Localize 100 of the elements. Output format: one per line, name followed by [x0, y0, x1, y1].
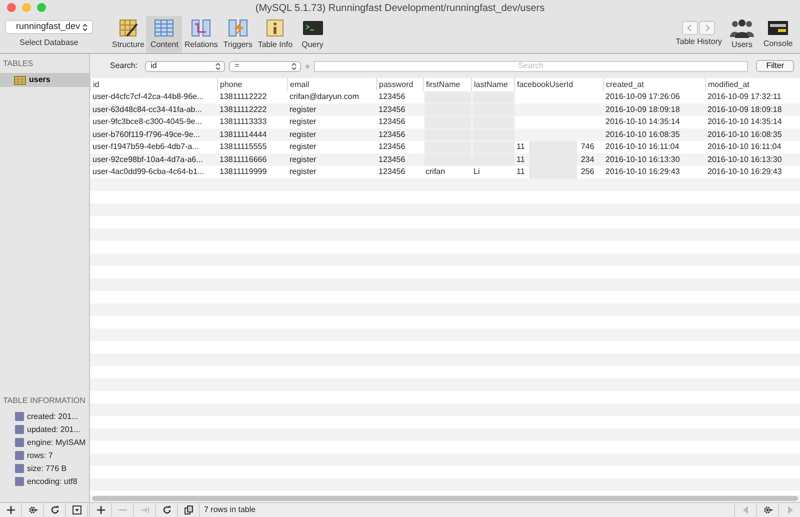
- table-cell-text: 123456: [378, 116, 406, 128]
- table-item[interactable]: users: [0, 73, 89, 87]
- users-button[interactable]: Users: [724, 16, 760, 53]
- column-header[interactable]: id: [90, 78, 218, 91]
- bullet-icon: [15, 425, 24, 434]
- back-button[interactable]: [682, 21, 698, 35]
- column-header[interactable]: modified_at: [706, 78, 800, 91]
- table-cell: 13811112222: [218, 91, 288, 104]
- table-cell-text: 2016-10-10 14:35:14: [604, 116, 681, 128]
- table-cell-text: user-9fc3bce8-c300-4045-9e...: [92, 116, 203, 128]
- chevron-right-icon: [699, 21, 716, 35]
- column-select[interactable]: id: [144, 60, 225, 72]
- column-header[interactable]: facebookUserId: [514, 78, 604, 91]
- table-cell: 2016-10-09 17:26:06: [604, 91, 706, 104]
- table-cell: 746: [580, 141, 594, 154]
- info-item: size: 776 B: [27, 462, 67, 474]
- table-cell: crifan: [424, 166, 472, 178]
- table-cell: 123456: [376, 91, 424, 104]
- table-cell-text: 2016-10-10 16:29:43: [706, 166, 783, 178]
- database-select[interactable]: runningfast_dev: [5, 20, 93, 34]
- table-cell-text: user-f1947b59-4eb6-4db7-a...: [92, 141, 200, 154]
- table-cell-text: 2016-10-09 18:09:18: [706, 104, 783, 116]
- table-cell-text: 2016-10-10 16:13:30: [706, 154, 783, 166]
- column-header[interactable]: lastName: [472, 78, 514, 91]
- minimize-button[interactable]: [22, 3, 31, 12]
- bullet-icon: [15, 451, 24, 460]
- table-cell-text: 13811112222: [218, 104, 268, 116]
- gear-icon: [762, 505, 772, 515]
- bullet-icon: [15, 412, 24, 421]
- window-title: (MySQL 5.1.73) Runningfast Development/runningfast_dev/users: [255, 2, 545, 16]
- sidebar-heading: TABLE INFORMATION: [2, 395, 86, 407]
- table-cell: Li: [472, 166, 514, 178]
- column-header[interactable]: firstName: [424, 78, 472, 91]
- zoom-button[interactable]: [37, 3, 46, 12]
- plus-icon: [6, 505, 16, 515]
- table-icon: [14, 76, 26, 84]
- chevron-left-icon: [682, 21, 698, 35]
- bullet-icon: [15, 438, 24, 447]
- table-cell-text: 2016-10-10 14:35:14: [706, 116, 783, 128]
- column-header[interactable]: created_at: [604, 78, 706, 91]
- search-label: Search:: [110, 60, 138, 72]
- table-cell: 11: [516, 141, 525, 154]
- refresh-icon: [162, 505, 172, 515]
- toolbar-tab[interactable]: Content: [146, 16, 182, 53]
- info-item: created: 201...: [27, 410, 78, 422]
- table-cell-text: register: [288, 128, 318, 141]
- toolbar-tab[interactable]: Triggers: [220, 16, 256, 53]
- table-cell-text: 2016-10-10 16:08:35: [604, 128, 681, 141]
- table-cell-text: user-63d48c84-cc34-41fa-ab...: [92, 104, 203, 116]
- table-cell-text: 2016-10-10 16:08:35: [706, 128, 783, 141]
- updown-icon: [82, 22, 88, 32]
- table-cell: 256: [580, 166, 594, 178]
- database-label: Select Database: [20, 37, 78, 49]
- filter-button[interactable]: Filter: [756, 60, 794, 72]
- toolbar-tab[interactable]: Table Info: [256, 16, 295, 53]
- table-cell: 11: [516, 154, 525, 166]
- toolbar-tab[interactable]: Structure: [110, 16, 146, 53]
- table-cell-text: register: [288, 104, 318, 116]
- search-field[interactable]: Search: [314, 60, 748, 72]
- operator-select[interactable]: =: [228, 60, 301, 72]
- table-cell-text: 13811119999: [218, 166, 268, 178]
- refresh-icon: [50, 505, 60, 515]
- toolbar-tab[interactable]: Relations: [182, 16, 220, 53]
- table-cell-text: 13811114444: [218, 128, 268, 141]
- column-header[interactable]: password: [376, 78, 424, 91]
- column-header[interactable]: email: [288, 78, 376, 91]
- updown-icon: [214, 62, 221, 70]
- forward-button[interactable]: [699, 21, 716, 35]
- table-cell-text: 123456: [378, 128, 406, 141]
- table-cell: 2016-10-09 17:32:11: [706, 91, 800, 104]
- close-button[interactable]: [7, 3, 16, 12]
- console-button[interactable]: Console: [760, 16, 796, 53]
- info-item: rows: 7: [27, 450, 53, 462]
- bullet-icon: [15, 464, 24, 473]
- updown-icon: [290, 62, 297, 70]
- table-cell-text: user-4ac0dd99-6cba-4c64-b1...: [92, 166, 206, 178]
- info-item: encoding: utf8: [27, 476, 78, 488]
- table-cell-text: 2016-10-10 16:29:43: [604, 166, 681, 178]
- table-cell-text: register: [288, 141, 318, 154]
- info-item: updated: 201...: [27, 424, 80, 436]
- bullet-icon: [15, 477, 24, 486]
- table-icon: [153, 18, 176, 38]
- table-cell-text: 13811115555: [218, 141, 268, 154]
- table-cell-text: 2016-10-10 16:11:04: [706, 141, 782, 154]
- relations-icon: [190, 18, 212, 38]
- column-header[interactable]: phone: [218, 78, 288, 91]
- dot-icon: [304, 64, 310, 68]
- sidebar-heading: TABLES: [2, 58, 34, 70]
- table-cell-text: user-92ce98bf-10a4-4d7a-a6...: [92, 154, 204, 166]
- plus-icon: [96, 505, 106, 515]
- scrollbar-thumb[interactable]: [92, 496, 798, 501]
- toolbar-tab[interactable]: Query: [294, 16, 331, 53]
- table-cell: user-d4cfc7cf-42ca-44b8-96e...: [90, 91, 218, 104]
- table-history-label: Table History: [676, 36, 722, 48]
- table-cell: 234: [580, 154, 594, 166]
- table-cell-text: register: [288, 116, 318, 128]
- table-cell-text: user-b760f119-f796-49ce-9e...: [92, 128, 201, 141]
- table-cell-text: register: [288, 166, 318, 178]
- console-icon: [767, 19, 789, 37]
- triangle-left-icon: [740, 505, 750, 515]
